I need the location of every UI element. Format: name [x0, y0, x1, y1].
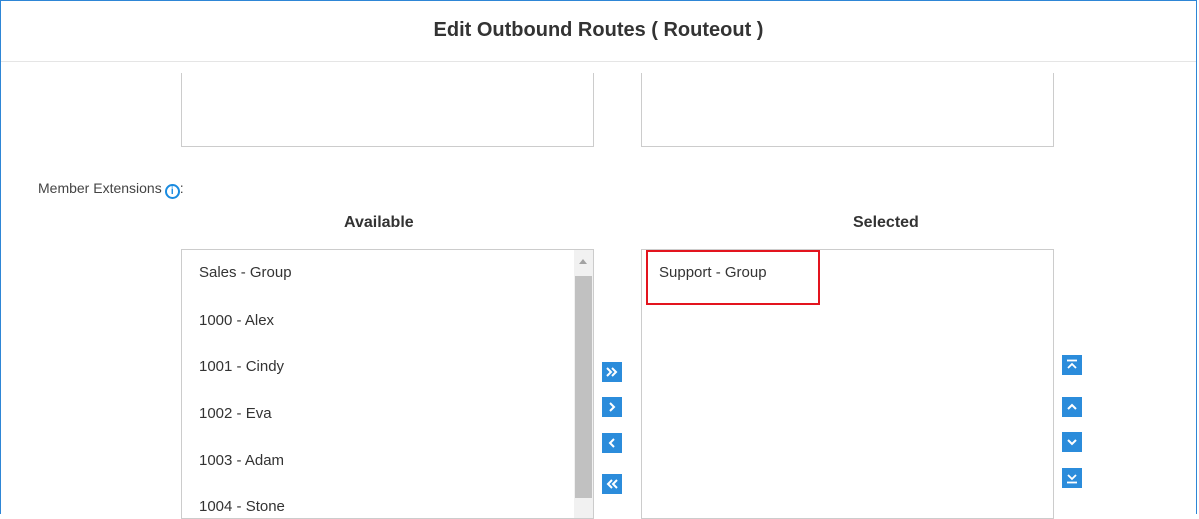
move-all-right-button[interactable]: [602, 362, 622, 382]
list-item[interactable]: 1001 - Cindy: [199, 358, 284, 375]
selected-header: Selected: [853, 214, 919, 231]
move-down-button[interactable]: [1062, 432, 1082, 452]
move-right-button[interactable]: [602, 397, 622, 417]
member-extensions-label: Member Extensions i:: [38, 180, 184, 199]
move-to-top-icon: [1067, 359, 1077, 369]
title-divider: [1, 61, 1196, 62]
edit-outbound-routes-dialog: Edit Outbound Routes ( Routeout ) Member…: [0, 0, 1197, 519]
double-chevron-right-icon: [606, 367, 618, 377]
list-item[interactable]: Sales - Group: [199, 264, 292, 281]
highlight-box: [646, 250, 820, 305]
move-bottom-button[interactable]: [1062, 468, 1082, 488]
move-to-bottom-icon: [1067, 474, 1077, 484]
move-all-left-button[interactable]: [602, 474, 622, 494]
chevron-right-icon: [609, 402, 616, 412]
dialog-title: Edit Outbound Routes ( Routeout ): [433, 19, 764, 41]
move-top-button[interactable]: [1062, 355, 1082, 375]
list-item[interactable]: 1000 - Alex: [199, 312, 274, 329]
double-chevron-left-icon: [606, 479, 618, 489]
available-listbox[interactable]: Sales - Group 1000 - Alex 1001 - Cindy 1…: [181, 249, 594, 519]
upper-selected-listbox[interactable]: [641, 73, 1054, 147]
move-left-button[interactable]: [602, 433, 622, 453]
chevron-down-icon: [1067, 439, 1077, 446]
info-icon[interactable]: i: [164, 184, 180, 199]
upper-available-listbox[interactable]: [181, 73, 594, 147]
list-item[interactable]: 1003 - Adam: [199, 452, 284, 469]
list-item[interactable]: 1002 - Eva: [199, 405, 272, 422]
scroll-up-arrow-icon[interactable]: [579, 259, 587, 264]
available-scrollbar[interactable]: [574, 250, 593, 518]
list-item[interactable]: 1004 - Stone: [199, 498, 285, 515]
member-extensions-colon: :: [179, 180, 184, 196]
member-extensions-text: Member Extensions: [38, 180, 162, 196]
chevron-left-icon: [608, 438, 615, 448]
available-header: Available: [344, 214, 414, 231]
scrollbar-thumb[interactable]: [575, 276, 592, 498]
move-up-button[interactable]: [1062, 397, 1082, 417]
chevron-up-icon: [1067, 403, 1077, 410]
